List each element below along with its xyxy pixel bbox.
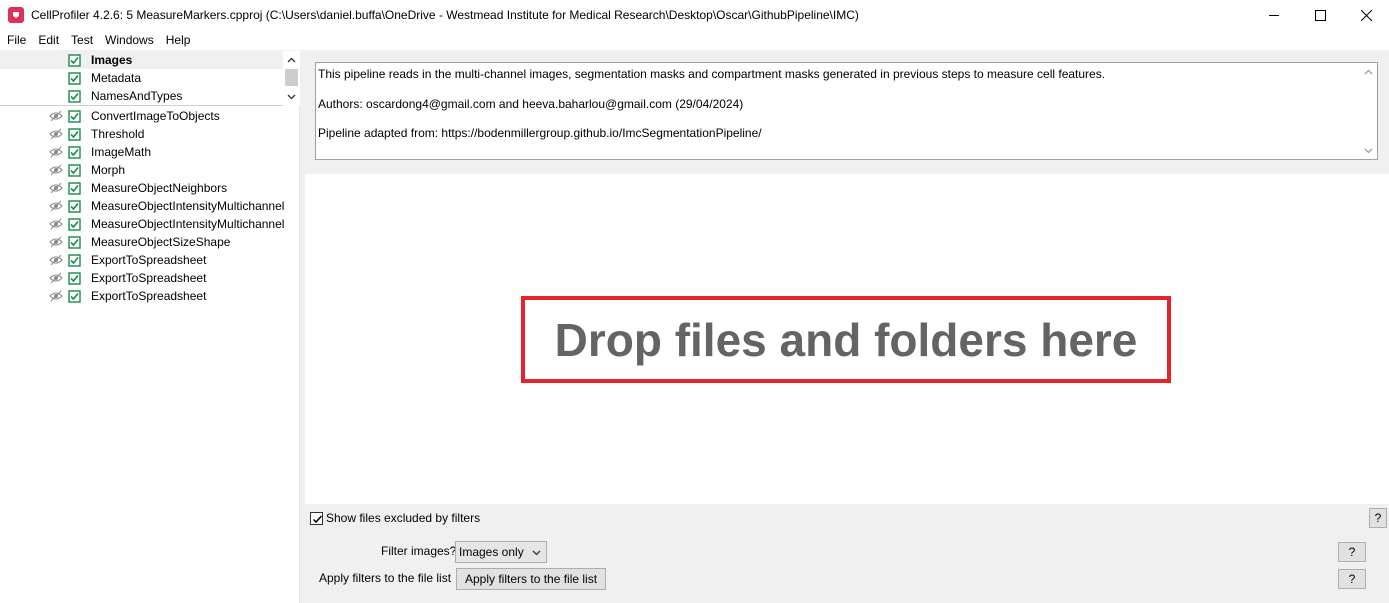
- module-label: MeasureObjectIntensityMultichannel: [91, 217, 285, 231]
- eye-icon[interactable]: [49, 200, 63, 212]
- enabled-check-icon[interactable]: [68, 199, 81, 213]
- eye-icon[interactable]: [49, 182, 63, 194]
- filter-images-value: Images only: [459, 545, 524, 559]
- notes-scrollbar[interactable]: [1360, 63, 1377, 159]
- notes-line: Pipeline adapted from: https://bodenmill…: [318, 126, 762, 140]
- scroll-up-icon: [1364, 69, 1373, 75]
- eye-icon[interactable]: [49, 164, 63, 176]
- module-label: Metadata: [91, 71, 142, 85]
- enabled-check-icon[interactable]: [68, 145, 81, 159]
- module-label: MeasureObjectIntensityMultichannel: [91, 199, 285, 213]
- menu-test[interactable]: Test: [65, 30, 99, 50]
- module-row[interactable]: MeasureObjectIntensityMultichannel: [0, 215, 300, 233]
- module-row[interactable]: MeasureObjectNeighbors: [0, 179, 300, 197]
- drop-highlight-box: Drop files and folders here: [521, 296, 1171, 383]
- module-row[interactable]: ExportToSpreadsheet: [0, 287, 300, 305]
- enabled-check-icon[interactable]: [68, 253, 81, 267]
- eye-icon[interactable]: [49, 254, 63, 266]
- help-button[interactable]: ?: [1338, 542, 1366, 562]
- apply-filters-label: Apply filters to the file list: [319, 571, 452, 585]
- enabled-check-icon[interactable]: [68, 109, 81, 123]
- eye-icon[interactable]: [49, 128, 63, 140]
- enabled-check-icon[interactable]: [68, 53, 81, 67]
- eye-icon[interactable]: [49, 272, 63, 284]
- scroll-up-icon: [287, 57, 296, 63]
- module-label: NamesAndTypes: [91, 89, 183, 103]
- maximize-button[interactable]: [1297, 0, 1343, 30]
- menu-help[interactable]: Help: [160, 30, 197, 50]
- menu-edit[interactable]: Edit: [32, 30, 65, 50]
- minimize-button[interactable]: [1251, 0, 1297, 30]
- module-row-namesandtypes[interactable]: NamesAndTypes: [0, 87, 283, 105]
- enabled-check-icon[interactable]: [68, 71, 81, 85]
- module-label: MeasureObjectNeighbors: [91, 181, 228, 195]
- module-label: Threshold: [91, 127, 145, 141]
- scroll-down-icon: [1364, 148, 1373, 154]
- menu-bar: File Edit Test Windows Help: [0, 30, 1389, 50]
- minimize-icon: [1268, 14, 1279, 16]
- module-row[interactable]: Morph: [0, 161, 300, 179]
- input-modules-list: Images Metadata NamesAndTypes: [0, 51, 300, 106]
- apply-filters-button[interactable]: Apply filters to the file list: [456, 568, 607, 590]
- enabled-check-icon[interactable]: [68, 181, 81, 195]
- menu-file[interactable]: File: [1, 30, 32, 50]
- drop-instruction: Drop files and folders here: [554, 313, 1138, 366]
- scroll-down-icon: [287, 94, 296, 100]
- show-excluded-label: Show files excluded by filters: [326, 511, 481, 525]
- close-icon: [1360, 9, 1372, 21]
- pipeline-notes[interactable]: This pipeline reads in the multi-channel…: [315, 62, 1378, 160]
- enabled-check-icon[interactable]: [68, 217, 81, 231]
- enabled-check-icon[interactable]: [68, 127, 81, 141]
- checkmark-icon: [312, 514, 323, 523]
- module-label: ExportToSpreadsheet: [91, 253, 207, 267]
- eye-icon[interactable]: [49, 236, 63, 248]
- module-row[interactable]: Threshold: [0, 125, 300, 143]
- module-row[interactable]: MeasureObjectSizeShape: [0, 233, 300, 251]
- filter-images-select[interactable]: Images only: [455, 541, 547, 563]
- scroll-thumb[interactable]: [285, 69, 298, 86]
- cellprofiler-app-icon: [8, 7, 24, 23]
- menu-windows[interactable]: Windows: [99, 30, 160, 50]
- eye-icon[interactable]: [49, 146, 63, 158]
- module-label: ImageMath: [91, 145, 152, 159]
- module-row[interactable]: ImageMath: [0, 143, 300, 161]
- enabled-check-icon[interactable]: [68, 163, 81, 177]
- module-label: ExportToSpreadsheet: [91, 289, 207, 303]
- module-label: ConvertImageToObjects: [91, 109, 220, 123]
- module-row-images[interactable]: Images: [0, 51, 283, 69]
- close-button[interactable]: [1343, 0, 1389, 30]
- eye-icon[interactable]: [49, 290, 63, 302]
- notes-line: Authors: oscardong4@gmail.com and heeva.…: [318, 97, 744, 111]
- enabled-check-icon[interactable]: [68, 271, 81, 285]
- help-button[interactable]: ?: [1338, 569, 1366, 589]
- eye-icon[interactable]: [49, 110, 63, 122]
- show-excluded-checkbox[interactable]: [310, 511, 323, 525]
- enabled-check-icon[interactable]: [68, 289, 81, 303]
- window-controls: [1251, 0, 1389, 30]
- enabled-check-icon[interactable]: [68, 235, 81, 249]
- chevron-down-icon: [532, 550, 541, 556]
- filter-images-label: Filter images?: [381, 544, 457, 558]
- help-button[interactable]: ?: [1369, 508, 1387, 528]
- title-bar: CellProfiler 4.2.6: 5 MeasureMarkers.cpp…: [0, 0, 1389, 30]
- module-row[interactable]: ConvertImageToObjects: [0, 107, 300, 125]
- maximize-icon: [1314, 9, 1326, 21]
- module-row[interactable]: ExportToSpreadsheet: [0, 269, 300, 287]
- notes-line: This pipeline reads in the multi-channel…: [318, 67, 1106, 81]
- input-modules-scrollbar[interactable]: [283, 51, 300, 106]
- show-excluded-row[interactable]: Show files excluded by filters: [310, 511, 480, 525]
- window-title: CellProfiler 4.2.6: 5 MeasureMarkers.cpp…: [31, 8, 859, 22]
- module-label: Images: [91, 53, 133, 67]
- module-label: Morph: [91, 163, 126, 177]
- module-label: MeasureObjectSizeShape: [91, 235, 231, 249]
- file-drop-zone[interactable]: Drop files and folders here: [305, 174, 1389, 504]
- module-label: ExportToSpreadsheet: [91, 271, 207, 285]
- eye-icon[interactable]: [49, 218, 63, 230]
- enabled-check-icon[interactable]: [68, 89, 81, 103]
- pipeline-panel: Images Metadata NamesAndTypes ConvertIma…: [0, 51, 300, 603]
- module-row-metadata[interactable]: Metadata: [0, 69, 283, 87]
- filter-settings: Show files excluded by filters ? Filter …: [305, 504, 1389, 603]
- module-row[interactable]: ExportToSpreadsheet: [0, 251, 300, 269]
- module-row[interactable]: MeasureObjectIntensityMultichannel: [0, 197, 300, 215]
